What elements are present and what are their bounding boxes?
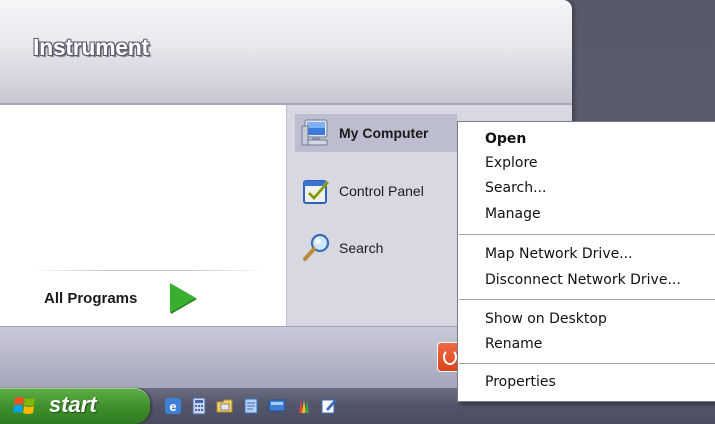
context-item-search[interactable]: Search... <box>485 180 546 196</box>
ie-icon[interactable]: e <box>164 397 182 415</box>
context-item-show-on-desktop[interactable]: Show on Desktop <box>485 311 607 327</box>
start-menu-header: Instrument <box>0 0 572 105</box>
menu-item-label: Search <box>339 240 384 256</box>
calculator-icon[interactable] <box>190 397 208 415</box>
user-name: Instrument <box>33 34 149 60</box>
my-computer-icon <box>301 117 333 149</box>
paint-icon[interactable] <box>294 397 312 415</box>
context-item-explore[interactable]: Explore <box>485 155 538 171</box>
wordpad-icon[interactable] <box>320 397 338 415</box>
start-menu-left-column: All Programs <box>0 105 286 326</box>
folder-icon[interactable] <box>216 397 234 415</box>
divider <box>30 270 266 271</box>
control-panel-icon <box>301 175 333 207</box>
menu-item-my-computer[interactable]: My Computer <box>295 114 457 152</box>
context-item-manage[interactable]: Manage <box>485 206 541 222</box>
remote-desktop-icon[interactable] <box>268 397 286 415</box>
context-item-properties[interactable]: Properties <box>485 374 556 390</box>
menu-separator <box>459 363 715 364</box>
svg-text:e: e <box>169 399 176 414</box>
windows-logo-icon <box>13 397 35 414</box>
search-icon <box>301 232 333 264</box>
menu-separator <box>459 299 715 300</box>
menu-item-label: Control Panel <box>339 183 424 199</box>
context-item-disconnect-network-drive[interactable]: Disconnect Network Drive... <box>485 272 681 288</box>
start-label: start <box>49 392 97 417</box>
menu-separator <box>459 234 715 235</box>
context-item-open[interactable]: Open <box>485 131 526 147</box>
menu-item-label: My Computer <box>339 125 429 141</box>
context-menu: Open Explore Search... Manage Map Networ… <box>457 121 715 402</box>
context-item-map-network-drive[interactable]: Map Network Drive... <box>485 246 633 262</box>
menu-item-control-panel[interactable]: Control Panel <box>295 172 457 210</box>
all-programs-label: All Programs <box>44 289 138 307</box>
arrow-right-icon[interactable] <box>170 283 196 313</box>
notepad-icon[interactable] <box>242 397 260 415</box>
context-item-rename[interactable]: Rename <box>485 336 542 352</box>
menu-item-search[interactable]: Search <box>295 229 457 267</box>
